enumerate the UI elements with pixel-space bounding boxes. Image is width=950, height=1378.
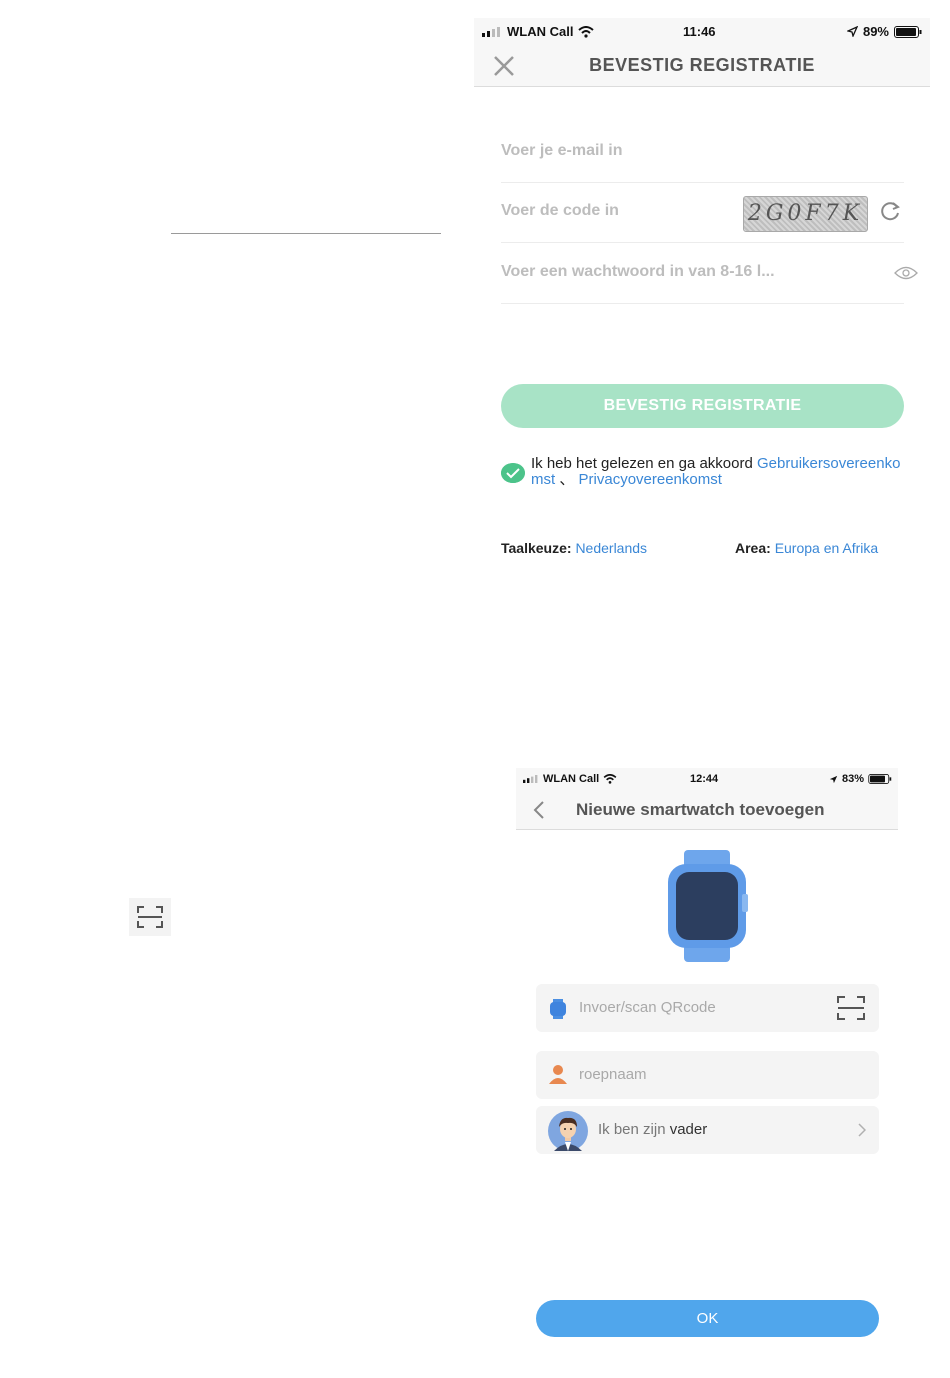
scan-icon[interactable] <box>129 898 171 936</box>
wifi-icon <box>578 25 595 38</box>
password-placeholder: Voer een wachtwoord in van 8-16 l... <box>501 263 775 280</box>
battery-icon <box>868 774 892 784</box>
check-circle-icon[interactable] <box>501 463 525 483</box>
carrier-label: WLAN Call <box>543 773 600 785</box>
relation-text: Ik ben zijn vader <box>598 1121 708 1138</box>
page-title: Nieuwe smartwatch toevoegen <box>576 800 825 819</box>
area-label: Area: <box>735 540 771 556</box>
email-field[interactable]: Voer je e-mail in <box>501 122 904 183</box>
divider-line <box>171 233 441 234</box>
status-time: 11:46 <box>683 24 716 39</box>
add-smartwatch-screen: WLAN Call 12:44 83% Nieuwe smartwatch to… <box>516 768 898 1348</box>
scan-icon[interactable] <box>836 995 866 1021</box>
language-label: Taalkeuze: <box>501 540 572 556</box>
language-value[interactable]: Nederlands <box>575 540 647 556</box>
signal-icon <box>523 775 538 783</box>
password-field[interactable]: Voer een wachtwoord in van 8-16 l... <box>501 243 918 304</box>
code-placeholder: Voer de code in <box>501 202 619 219</box>
location-arrow-icon <box>829 775 838 783</box>
signal-icon <box>482 26 500 37</box>
language-selector[interactable]: Taalkeuze: Nederlands <box>501 540 647 556</box>
refresh-icon[interactable] <box>879 200 901 222</box>
area-value[interactable]: Europa en Afrika <box>775 540 879 556</box>
status-bar: WLAN Call 11:46 89% <box>474 18 930 44</box>
privacy-agreement-link[interactable]: Privacyovereenkomst <box>579 471 722 488</box>
area-selector[interactable]: Area: Europa en Afrika <box>735 540 878 556</box>
relation-value: vader <box>669 1121 708 1138</box>
captcha-image: 2G0F7K <box>743 196 868 232</box>
avatar-father <box>548 1111 588 1151</box>
page-title: BEVESTIG REGISTRATIE <box>589 55 815 75</box>
battery-icon <box>894 25 922 38</box>
status-bar: WLAN Call 12:44 83% <box>516 768 898 790</box>
battery-percent: 89% <box>862 24 889 39</box>
battery-percent: 83% <box>841 773 864 785</box>
agreement-text: Ik heb het gelezen en ga akkoord Gebruik… <box>531 455 901 488</box>
nav-bar: BEVESTIG REGISTRATIE <box>474 44 930 87</box>
nickname-input[interactable]: roepnaam <box>536 1051 879 1099</box>
nav-bar: Nieuwe smartwatch toevoegen <box>516 790 898 830</box>
code-field[interactable]: Voer de code in 2G0F7K <box>501 182 904 243</box>
qr-code-input[interactable]: Invoer/scan QRcode <box>536 984 879 1032</box>
registration-screen: WLAN Call 11:46 89% BEVESTIG REGISTRATIE… <box>474 18 930 578</box>
relation-selector[interactable]: Ik ben zijn vader <box>536 1106 879 1154</box>
eye-icon[interactable] <box>894 266 918 280</box>
wifi-icon <box>603 774 617 784</box>
carrier-label: WLAN Call <box>507 24 574 39</box>
qr-placeholder: Invoer/scan QRcode <box>579 999 716 1016</box>
confirm-registration-button[interactable]: BEVESTIG REGISTRATIE <box>501 384 904 428</box>
smartwatch-icon <box>668 850 748 962</box>
location-arrow-icon <box>846 26 858 37</box>
ok-button[interactable]: OK <box>536 1300 879 1337</box>
back-chevron-icon[interactable] <box>532 800 546 820</box>
status-time: 12:44 <box>690 773 719 785</box>
email-placeholder: Voer je e-mail in <box>501 142 623 159</box>
person-icon <box>549 1065 567 1084</box>
smartwatch-small-icon <box>550 999 566 1019</box>
chevron-right-icon <box>858 1123 866 1137</box>
nickname-placeholder: roepnaam <box>579 1066 647 1083</box>
